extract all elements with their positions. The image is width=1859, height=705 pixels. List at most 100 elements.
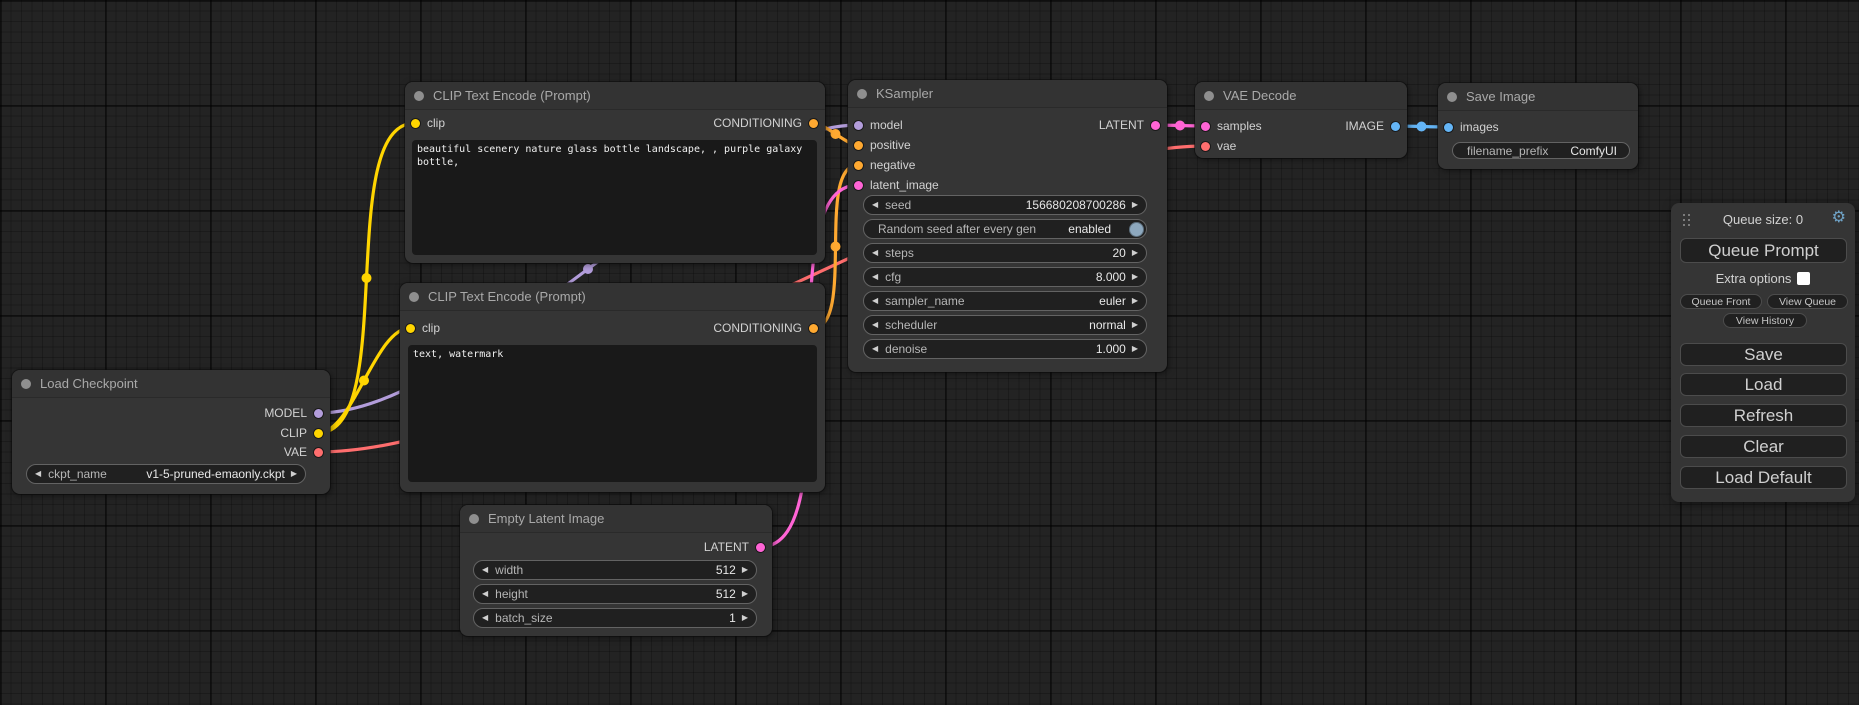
output-port-clip[interactable]: CLIP [280, 425, 323, 441]
widget-seed[interactable]: ◀ seed 156680208700286 ▶ [863, 195, 1147, 215]
increment-arrow-icon[interactable]: ▶ [1132, 273, 1138, 281]
input-port-positive[interactable]: positive [854, 137, 911, 153]
widget-height[interactable]: ◀ height 512 ▶ [473, 584, 757, 604]
toggle-knob[interactable] [1129, 222, 1144, 237]
input-port-model[interactable]: model [854, 117, 903, 133]
widget-scheduler[interactable]: ◀ scheduler normal ▶ [863, 315, 1147, 335]
increment-arrow-icon[interactable]: ▶ [1132, 321, 1138, 329]
output-port-image[interactable]: IMAGE [1345, 118, 1400, 134]
decrement-arrow-icon[interactable]: ◀ [482, 566, 488, 574]
widget-denoise[interactable]: ◀ denoise 1.000 ▶ [863, 339, 1147, 359]
prompt-text-input[interactable]: beautiful scenery nature glass bottle la… [412, 140, 817, 255]
port-dot-negative[interactable] [854, 161, 863, 170]
output-port-model[interactable]: MODEL [264, 405, 323, 421]
node-save-image[interactable]: Save Image images filename_prefix ComfyU… [1438, 83, 1638, 169]
widget-ckpt-name[interactable]: ◀ ckpt_name v1-5-pruned-emaonly.ckpt ▶ [26, 464, 306, 484]
collapse-dot-icon[interactable] [21, 379, 31, 389]
node-title-bar[interactable]: Empty Latent Image [460, 505, 772, 533]
decrement-arrow-icon[interactable]: ◀ [872, 273, 878, 281]
decrement-arrow-icon[interactable]: ◀ [872, 249, 878, 257]
widget-batch-size[interactable]: ◀ batch_size 1 ▶ [473, 608, 757, 628]
widget-filename-prefix[interactable]: filename_prefix ComfyUI [1452, 142, 1630, 159]
refresh-button[interactable]: Refresh [1680, 404, 1847, 427]
extra-options-checkbox[interactable] [1797, 272, 1810, 285]
input-port-clip[interactable]: clip [411, 115, 445, 131]
port-dot-images[interactable] [1444, 123, 1453, 132]
node-title-bar[interactable]: VAE Decode [1195, 82, 1407, 110]
node-clip-text-encode-positive[interactable]: CLIP Text Encode (Prompt) clip CONDITION… [405, 82, 825, 263]
increment-arrow-icon[interactable]: ▶ [742, 614, 748, 622]
port-dot-vae[interactable] [1201, 142, 1210, 151]
port-dot-conditioning[interactable] [809, 119, 818, 128]
port-dot-samples[interactable] [1201, 122, 1210, 131]
node-title-bar[interactable]: Load Checkpoint [12, 370, 330, 398]
node-title-bar[interactable]: CLIP Text Encode (Prompt) [405, 82, 825, 110]
view-queue-button[interactable]: View Queue [1767, 294, 1848, 309]
node-title-bar[interactable]: CLIP Text Encode (Prompt) [400, 283, 825, 311]
collapse-dot-icon[interactable] [857, 89, 867, 99]
decrement-arrow-icon[interactable]: ◀ [872, 201, 878, 209]
node-load-checkpoint[interactable]: Load Checkpoint MODEL CLIP VAE ◀ ckpt_na… [12, 370, 330, 494]
widget-width[interactable]: ◀ width 512 ▶ [473, 560, 757, 580]
gear-icon[interactable]: ⚙ [1832, 209, 1846, 225]
port-dot-positive[interactable] [854, 141, 863, 150]
collapse-dot-icon[interactable] [1447, 92, 1457, 102]
widget-sampler-name[interactable]: ◀ sampler_name euler ▶ [863, 291, 1147, 311]
port-dot-model[interactable] [854, 121, 863, 130]
queue-prompt-button[interactable]: Queue Prompt [1680, 238, 1847, 263]
decrement-arrow-icon[interactable]: ◀ [482, 590, 488, 598]
node-title-bar[interactable]: Save Image [1438, 83, 1638, 111]
output-port-conditioning[interactable]: CONDITIONING [713, 320, 818, 336]
increment-arrow-icon[interactable]: ▶ [742, 590, 748, 598]
output-port-latent[interactable]: LATENT [704, 539, 765, 555]
collapse-dot-icon[interactable] [469, 514, 479, 524]
output-port-conditioning[interactable]: CONDITIONING [713, 115, 818, 131]
widget-random-seed-toggle[interactable]: Random seed after every gen enabled [863, 219, 1147, 239]
input-port-samples[interactable]: samples [1201, 118, 1262, 134]
port-dot-vae[interactable] [314, 448, 323, 457]
load-button[interactable]: Load [1680, 373, 1847, 396]
decrement-arrow-icon[interactable]: ◀ [872, 321, 878, 329]
increment-arrow-icon[interactable]: ▶ [742, 566, 748, 574]
port-dot-clip[interactable] [314, 429, 323, 438]
port-dot-model[interactable] [314, 409, 323, 418]
node-clip-text-encode-negative[interactable]: CLIP Text Encode (Prompt) clip CONDITION… [400, 283, 825, 492]
increment-arrow-icon[interactable]: ▶ [1132, 297, 1138, 305]
input-port-vae[interactable]: vae [1201, 138, 1236, 154]
node-empty-latent-image[interactable]: Empty Latent Image LATENT ◀ width 512 ▶ … [460, 505, 772, 636]
increment-arrow-icon[interactable]: ▶ [291, 470, 297, 478]
input-port-latent-image[interactable]: latent_image [854, 177, 939, 193]
node-ksampler[interactable]: KSampler model positive negative latent_… [848, 80, 1167, 372]
widget-steps[interactable]: ◀ steps 20 ▶ [863, 243, 1147, 263]
port-dot-clip[interactable] [411, 119, 420, 128]
decrement-arrow-icon[interactable]: ◀ [872, 345, 878, 353]
increment-arrow-icon[interactable]: ▶ [1132, 201, 1138, 209]
input-port-negative[interactable]: negative [854, 157, 915, 173]
port-dot-clip[interactable] [406, 324, 415, 333]
clear-button[interactable]: Clear [1680, 435, 1847, 458]
view-history-button[interactable]: View History [1723, 313, 1807, 328]
increment-arrow-icon[interactable]: ▶ [1132, 249, 1138, 257]
port-dot-latent[interactable] [1151, 121, 1160, 130]
prompt-text-input[interactable]: text, watermark [408, 345, 817, 482]
widget-cfg[interactable]: ◀ cfg 8.000 ▶ [863, 267, 1147, 287]
decrement-arrow-icon[interactable]: ◀ [872, 297, 878, 305]
output-port-latent[interactable]: LATENT [1099, 117, 1160, 133]
collapse-dot-icon[interactable] [1204, 91, 1214, 101]
node-vae-decode[interactable]: VAE Decode samples vae IMAGE [1195, 82, 1407, 158]
input-port-images[interactable]: images [1444, 119, 1499, 135]
queue-front-button[interactable]: Queue Front [1680, 294, 1762, 309]
output-port-vae[interactable]: VAE [284, 444, 323, 460]
node-title-bar[interactable]: KSampler [848, 80, 1167, 108]
port-dot-conditioning[interactable] [809, 324, 818, 333]
input-port-clip[interactable]: clip [406, 320, 440, 336]
collapse-dot-icon[interactable] [414, 91, 424, 101]
decrement-arrow-icon[interactable]: ◀ [35, 470, 41, 478]
port-dot-image[interactable] [1391, 122, 1400, 131]
port-dot-latent[interactable] [756, 543, 765, 552]
save-button[interactable]: Save [1680, 343, 1847, 366]
collapse-dot-icon[interactable] [409, 292, 419, 302]
graph-canvas[interactable]: Load Checkpoint MODEL CLIP VAE ◀ ckpt_na… [0, 0, 1859, 705]
load-default-button[interactable]: Load Default [1680, 466, 1847, 489]
decrement-arrow-icon[interactable]: ◀ [482, 614, 488, 622]
